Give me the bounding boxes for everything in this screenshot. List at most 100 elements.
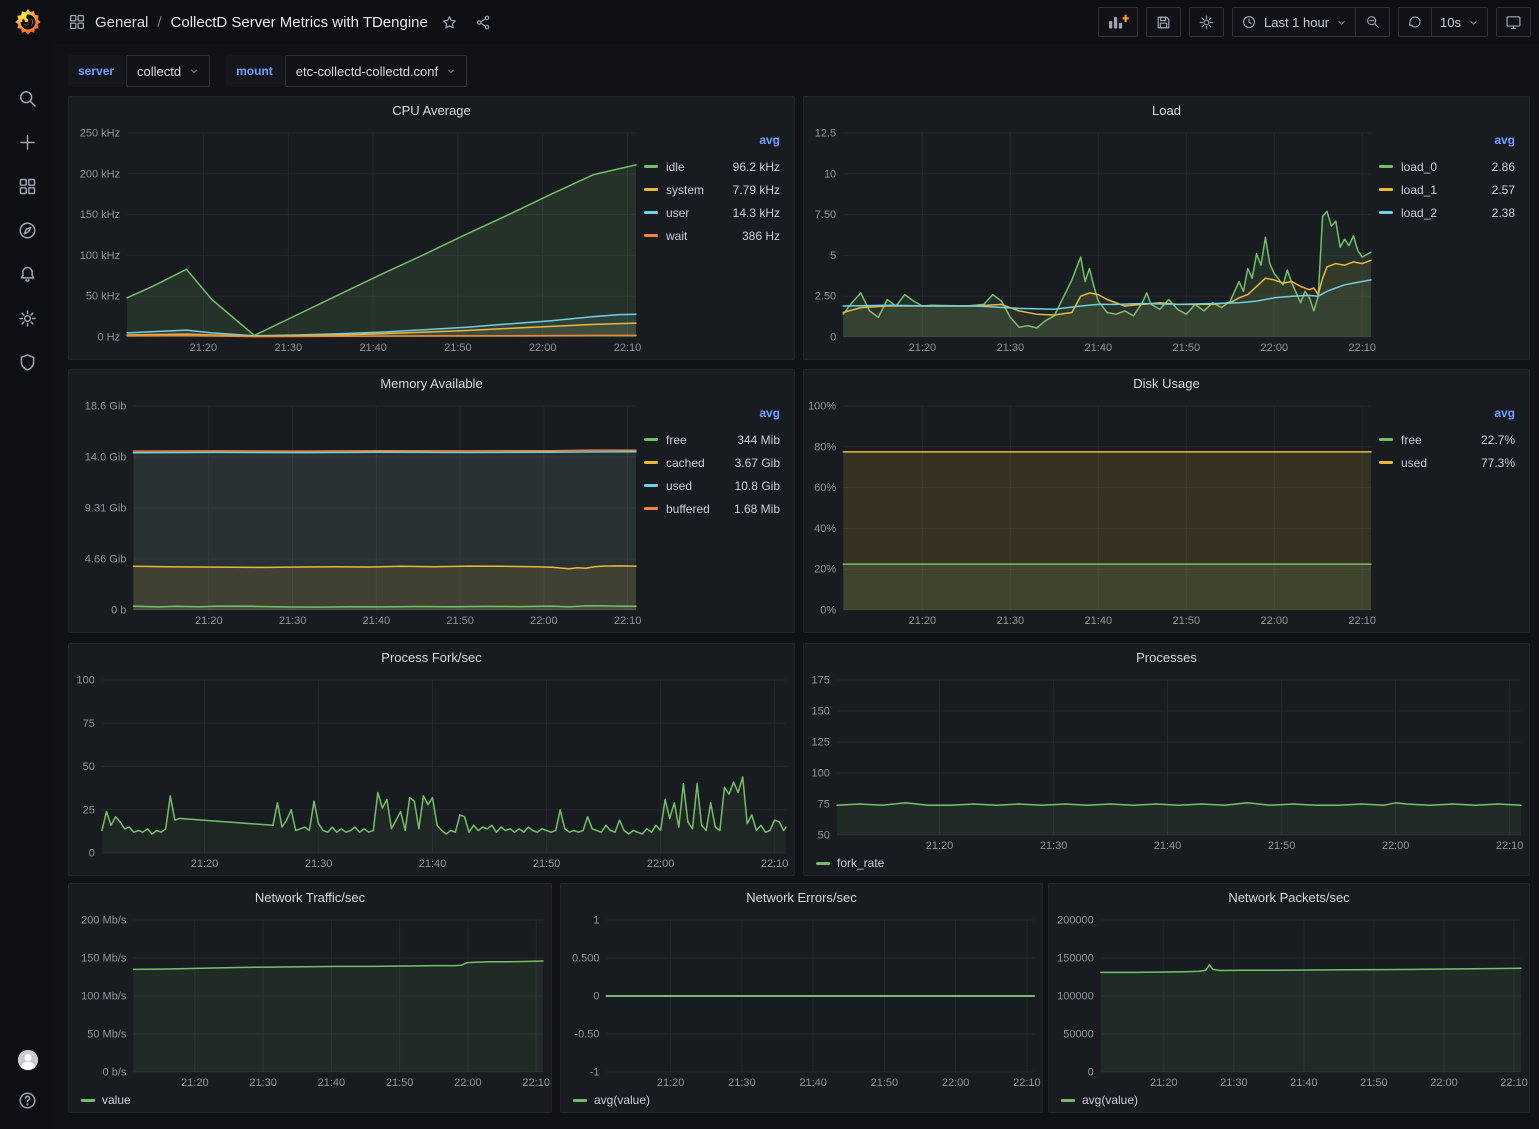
svg-text:21:40: 21:40 [1154, 840, 1182, 852]
create-plus-icon[interactable] [17, 131, 39, 153]
legend-item-used[interactable]: used10.8 Gib [644, 474, 780, 497]
svg-text:21:40: 21:40 [799, 1077, 827, 1089]
chart-process-fork-sec[interactable]: 025507510021:2021:3021:4021:5022:0022:10 [69, 670, 794, 871]
svg-text:21:40: 21:40 [318, 1077, 346, 1089]
svg-text:-0.50: -0.50 [574, 1029, 599, 1041]
panel-title-process-fork-sec[interactable]: Process Fork/sec [69, 644, 794, 670]
legend-item-avg(value)[interactable]: avg(value) [1061, 1093, 1138, 1107]
dashboard-settings-button[interactable] [1189, 7, 1224, 37]
svg-text:4.66 Gib: 4.66 Gib [85, 554, 127, 566]
svg-text:21:40: 21:40 [359, 342, 387, 354]
legend-item-system[interactable]: system7.79 kHz [644, 178, 780, 201]
kiosk-mode-button[interactable] [1496, 7, 1531, 37]
panel-title-cpu-average[interactable]: CPU Average [69, 97, 794, 123]
series-name: load_1 [1401, 183, 1437, 197]
chart-network-traffic-sec[interactable]: 0 b/s50 Mb/s100 Mb/s150 Mb/s200 Mb/s21:2… [69, 910, 551, 1090]
legend-item-idle[interactable]: idle96.2 kHz [644, 155, 780, 178]
refresh-interval-picker[interactable]: 10s [1432, 7, 1488, 37]
chart-network-packets-sec[interactable]: 05000010000015000020000021:2021:3021:402… [1049, 910, 1529, 1090]
series-swatch [1379, 211, 1393, 214]
variable-mount: mount etc-collectd-collectd.conf [226, 55, 467, 87]
panel-processes: Processes507510012515017521:2021:3021:40… [803, 643, 1530, 876]
share-button[interactable] [471, 10, 496, 35]
series-avg-value: 3.67 Gib [735, 456, 780, 470]
search-icon[interactable] [17, 87, 39, 109]
zoom-out-time-button[interactable] [1356, 7, 1390, 37]
breadcrumb-folder[interactable]: General [95, 14, 148, 31]
legend-item-free[interactable]: free 344 Mib [644, 428, 780, 451]
refresh-button[interactable] [1398, 7, 1432, 37]
svg-text:21:40: 21:40 [363, 615, 391, 627]
legend-item-cached[interactable]: cached3.67 Gib [644, 451, 780, 474]
chevron-down-icon [1468, 17, 1479, 28]
series-avg-value: 2.57 [1492, 183, 1515, 197]
series-name: free [666, 433, 687, 447]
series-name: load_0 [1401, 160, 1437, 174]
legend-header-avg[interactable]: avg [1379, 406, 1515, 420]
grafana-logo[interactable] [7, 1, 49, 43]
panel-title-network-traffic-sec[interactable]: Network Traffic/sec [69, 884, 551, 910]
series-avg-value: 22.7% [1481, 433, 1515, 447]
admin-shield-icon[interactable] [17, 351, 39, 373]
series-swatch [644, 438, 658, 441]
breadcrumb-separator: / [157, 14, 161, 31]
svg-text:75: 75 [83, 718, 95, 730]
legend-item-value[interactable]: value [81, 1093, 131, 1107]
legend-item-load_0[interactable]: load_02.86 [1379, 155, 1515, 178]
legend-item-load_2[interactable]: load_22.38 [1379, 201, 1515, 224]
chart-load[interactable]: 02.5057.501012.521:2021:3021:4021:5022:0… [804, 123, 1379, 355]
time-range-picker[interactable]: Last 1 hour [1232, 7, 1356, 37]
alerting-bell-icon[interactable] [17, 263, 39, 285]
svg-text:9.31 Gib: 9.31 Gib [85, 503, 127, 515]
legend-item-avg(value)[interactable]: avg(value) [573, 1093, 650, 1107]
panel-title-memory-available[interactable]: Memory Available [69, 370, 794, 396]
panel-title-processes[interactable]: Processes [804, 644, 1529, 670]
series-avg-value: 344 Mib [737, 433, 780, 447]
series-swatch [644, 461, 658, 464]
legend-header-avg[interactable]: avg [644, 406, 780, 420]
series-name: idle [666, 160, 685, 174]
svg-text:200000: 200000 [1057, 915, 1094, 927]
svg-text:40%: 40% [814, 523, 836, 535]
chart-processes[interactable]: 507510012515017521:2021:3021:4021:5022:0… [804, 670, 1529, 853]
legend-item-free[interactable]: free22.7% [1379, 428, 1515, 451]
explore-compass-icon[interactable] [17, 219, 39, 241]
legend-item-load_1[interactable]: load_1 2.57 [1379, 178, 1515, 201]
legend-item-fork_rate[interactable]: fork_rate [816, 856, 884, 870]
legend-header-avg[interactable]: avg [1379, 133, 1515, 147]
chart-cpu-average[interactable]: 0 Hz50 kHz100 kHz150 kHz200 kHz250 kHz21… [69, 123, 644, 355]
add-panel-button[interactable] [1098, 7, 1138, 37]
avatar[interactable] [17, 1049, 39, 1071]
svg-text:21:30: 21:30 [728, 1077, 756, 1089]
series-name: value [102, 1093, 131, 1107]
svg-text:21:50: 21:50 [386, 1077, 414, 1089]
save-dashboard-button[interactable] [1146, 7, 1181, 37]
panel-title-network-errors-sec[interactable]: Network Errors/sec [561, 884, 1042, 910]
series-avg-value: 2.38 [1492, 206, 1515, 220]
chart-memory-available[interactable]: 0 b4.66 Gib9.31 Gib14.0 Gib18.6 Gib21:20… [69, 396, 644, 628]
series-swatch [1379, 438, 1393, 441]
legend-item-user[interactable]: user14.3 kHz [644, 201, 780, 224]
chart-disk-usage[interactable]: 0%20%40%60%80%100%21:2021:3021:4021:5022… [804, 396, 1379, 628]
star-button[interactable] [437, 10, 462, 35]
legend-item-used[interactable]: used77.3% [1379, 451, 1515, 474]
series-swatch [644, 484, 658, 487]
variable-server-value[interactable]: collectd [126, 55, 210, 87]
legend-disk-usage: avg free22.7%used77.3% [1379, 396, 1529, 628]
series-name: avg(value) [594, 1093, 650, 1107]
svg-text:21:40: 21:40 [1290, 1077, 1318, 1089]
legend-header-avg[interactable]: avg [644, 133, 780, 147]
legend-item-buffered[interactable]: buffered1.68 Mib [644, 497, 780, 520]
dashboards-icon[interactable] [17, 175, 39, 197]
help-icon[interactable] [17, 1089, 39, 1111]
svg-text:100 Mb/s: 100 Mb/s [81, 991, 127, 1003]
panel-title-load[interactable]: Load [804, 97, 1529, 123]
page-title[interactable]: CollectD Server Metrics with TDengine [171, 14, 428, 31]
apps-grid-icon [68, 13, 86, 31]
legend-item-wait[interactable]: wait386 Hz [644, 224, 780, 247]
variable-mount-value[interactable]: etc-collectd-collectd.conf [285, 55, 467, 87]
chart-network-errors-sec[interactable]: -1-0.5000.500121:2021:3021:4021:5022:002… [561, 910, 1042, 1090]
panel-title-network-packets-sec[interactable]: Network Packets/sec [1049, 884, 1529, 910]
configuration-gear-icon[interactable] [17, 307, 39, 329]
panel-title-disk-usage[interactable]: Disk Usage [804, 370, 1529, 396]
